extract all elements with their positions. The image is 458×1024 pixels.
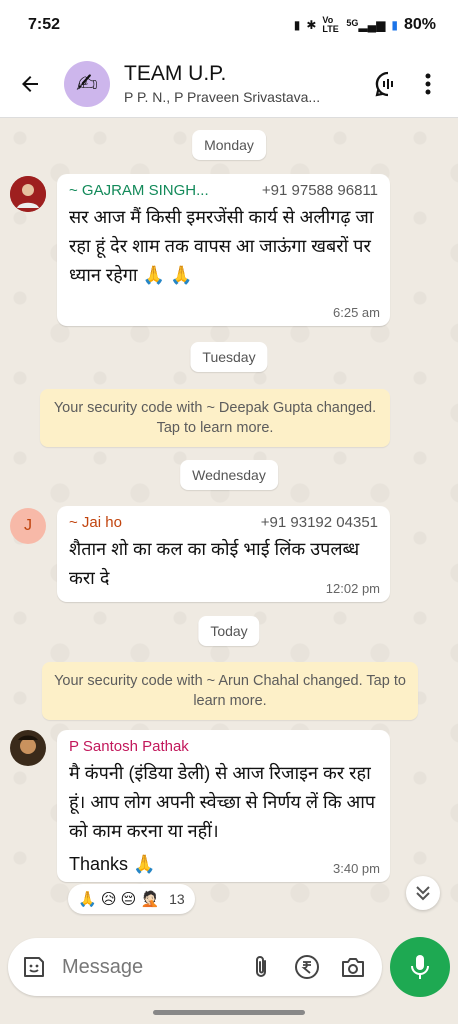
scroll-to-bottom-button[interactable] [406,876,440,910]
message-bubble[interactable]: ~ Jai ho +91 93192 04351 शैतान शो का कल … [57,506,390,602]
volte-icon: Vo LTE [322,15,339,34]
message-bubble[interactable]: P Santosh Pathak मै कंपनी (इंडिया डेली) … [57,730,390,882]
message-input[interactable]: Message [62,956,232,979]
signal-icon: 5G▂▄▆ [346,18,386,32]
message-text-2: Thanks 🙏 [69,854,156,874]
avatar[interactable] [10,176,46,212]
sender-phone: +91 93192 04351 [260,514,378,531]
double-chevron-down-icon [416,886,430,901]
reactions-bar[interactable]: 🙏 😥 😔 🤦🏻 13 [68,884,195,914]
date-separator: Wednesday [180,460,278,490]
sender-name[interactable]: ~ Jai ho [69,514,122,531]
message-time: 12:02 pm [325,581,380,596]
date-separator: Monday [192,130,266,160]
more-options-icon[interactable] [408,64,448,104]
avatar[interactable] [10,730,46,766]
status-bar: 7:52 ▮ ✱ Vo LTE 5G▂▄▆ ▮ 80% [0,0,458,50]
vibrate-icon: ▮ [293,18,301,32]
message-bubble[interactable]: ~ GAJRAM SINGH... +91 97588 96811 सर आज … [57,174,390,326]
security-notice[interactable]: Your security code with ~ Arun Chahal ch… [42,662,418,720]
message-time: 6:25 am [333,305,380,320]
chat-messages[interactable]: Monday ~ GAJRAM SINGH... +91 97588 96811… [0,118,458,930]
home-indicator[interactable] [153,1010,305,1015]
microphone-icon [411,955,429,979]
rupee-payment-icon[interactable] [290,950,324,984]
status-time: 7:52 [28,16,61,33]
sender-name[interactable]: P Santosh Pathak [69,738,189,755]
sender-name[interactable]: ~ GAJRAM SINGH... [69,182,209,199]
status-icons: ▮ ✱ Vo LTE 5G▂▄▆ ▮ 80% [294,16,436,34]
group-avatar[interactable]: ✍ [64,60,110,107]
date-separator: Today [198,616,260,646]
battery-percent: 80% [403,16,436,33]
message-composer: Message [8,938,382,996]
security-notice[interactable]: Your security code with ~ Deepak Gupta c… [40,389,390,447]
avatar[interactable]: J [10,508,46,544]
voice-chat-icon[interactable] [368,64,408,104]
message-text: मै कंपनी (इंडिया डेली) से आज रिजाइन कर र… [69,763,376,841]
message-text: सर आज मैं किसी इमरजेंसी कार्य से अलीगढ़ … [69,207,374,285]
sender-phone: +91 97588 96811 [261,182,378,199]
battery-icon: ▮ [391,18,398,32]
attach-icon[interactable] [244,950,278,984]
message-time: 3:40 pm [333,861,380,876]
date-separator: Tuesday [190,342,268,372]
chat-title-area[interactable]: TEAM U.P. P P. N., P Praveen Srivastava.… [124,62,368,105]
group-members: P P. N., P Praveen Srivastava... [124,89,321,105]
bluetooth-icon: ✱ [306,18,317,32]
chat-header: ✍ TEAM U.P. P P. N., P Praveen Srivastav… [0,50,458,118]
group-name: TEAM U.P. [124,62,227,85]
reaction-count: 13 [169,891,185,907]
camera-icon[interactable] [336,950,370,984]
sticker-icon[interactable] [20,953,48,981]
reaction-emojis: 🙏 😥 😔 🤦🏻 [78,891,160,908]
voice-message-button[interactable] [390,937,450,997]
back-arrow-icon[interactable] [10,64,50,104]
